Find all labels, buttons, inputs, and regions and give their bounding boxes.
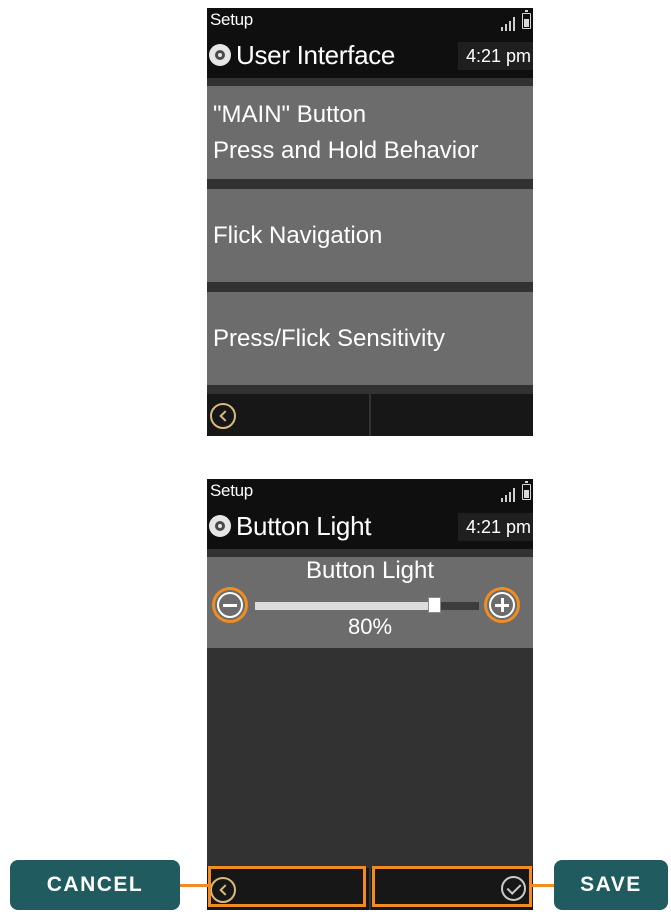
clock-time: 4:21 pm — [457, 513, 533, 541]
battery-icon — [522, 10, 531, 29]
menu-item-label: Flick Navigation — [213, 221, 383, 249]
menu-item-label: "MAIN" Button — [213, 100, 367, 128]
bottom-bar — [207, 394, 533, 436]
settings-gear-icon — [209, 44, 231, 66]
page-title: User Interface — [236, 40, 396, 70]
menu-item-flick-navigation[interactable]: Flick Navigation — [207, 189, 533, 282]
user-interface-screen: Setup User Interface 4:21 pm "MAIN" Butt… — [207, 8, 533, 436]
menu-item-label: Press/Flick Sensitivity — [213, 324, 446, 352]
slider-fill — [255, 602, 435, 610]
status-title: Setup — [210, 481, 253, 500]
cancel-connector-line — [180, 884, 208, 887]
save-connector-line — [532, 884, 554, 887]
bottom-divider — [369, 394, 371, 436]
slider-label: Button Light — [305, 557, 435, 584]
slider-value: 80% — [347, 614, 393, 639]
cancel-callout-label: CANCEL — [10, 860, 180, 910]
settings-gear-icon — [209, 515, 231, 537]
battery-icon — [522, 481, 531, 500]
button-light-screen: Setup Button Light 4:21 pm Button Light … — [207, 479, 533, 910]
menu-item-main-button[interactable]: "MAIN" Button Press and Hold Behavior — [207, 86, 533, 179]
signal-icon — [501, 16, 517, 31]
slider-thumb[interactable] — [428, 597, 442, 613]
cancel-softkey-highlight[interactable] — [208, 866, 366, 907]
page-title: Button Light — [236, 511, 372, 541]
signal-icon — [501, 487, 517, 502]
back-chevron-icon[interactable] — [210, 403, 236, 429]
bottom-divider — [369, 868, 371, 910]
clock-time: 4:21 pm — [457, 42, 533, 70]
menu-item-label: Press and Hold Behavior — [213, 136, 479, 164]
save-softkey-highlight[interactable] — [372, 866, 532, 907]
save-callout-label: SAVE — [554, 860, 668, 910]
title-bar: Button Light 4:21 pm — [207, 509, 533, 549]
button-light-slider-panel: Button Light 80% — [207, 557, 533, 648]
menu-item-press-flick-sensitivity[interactable]: Press/Flick Sensitivity — [207, 292, 533, 385]
status-bar: Setup — [207, 479, 533, 509]
slider-track[interactable] — [255, 597, 479, 613]
status-bar: Setup — [207, 8, 533, 38]
title-bar: User Interface 4:21 pm — [207, 38, 533, 78]
status-title: Setup — [210, 10, 253, 29]
